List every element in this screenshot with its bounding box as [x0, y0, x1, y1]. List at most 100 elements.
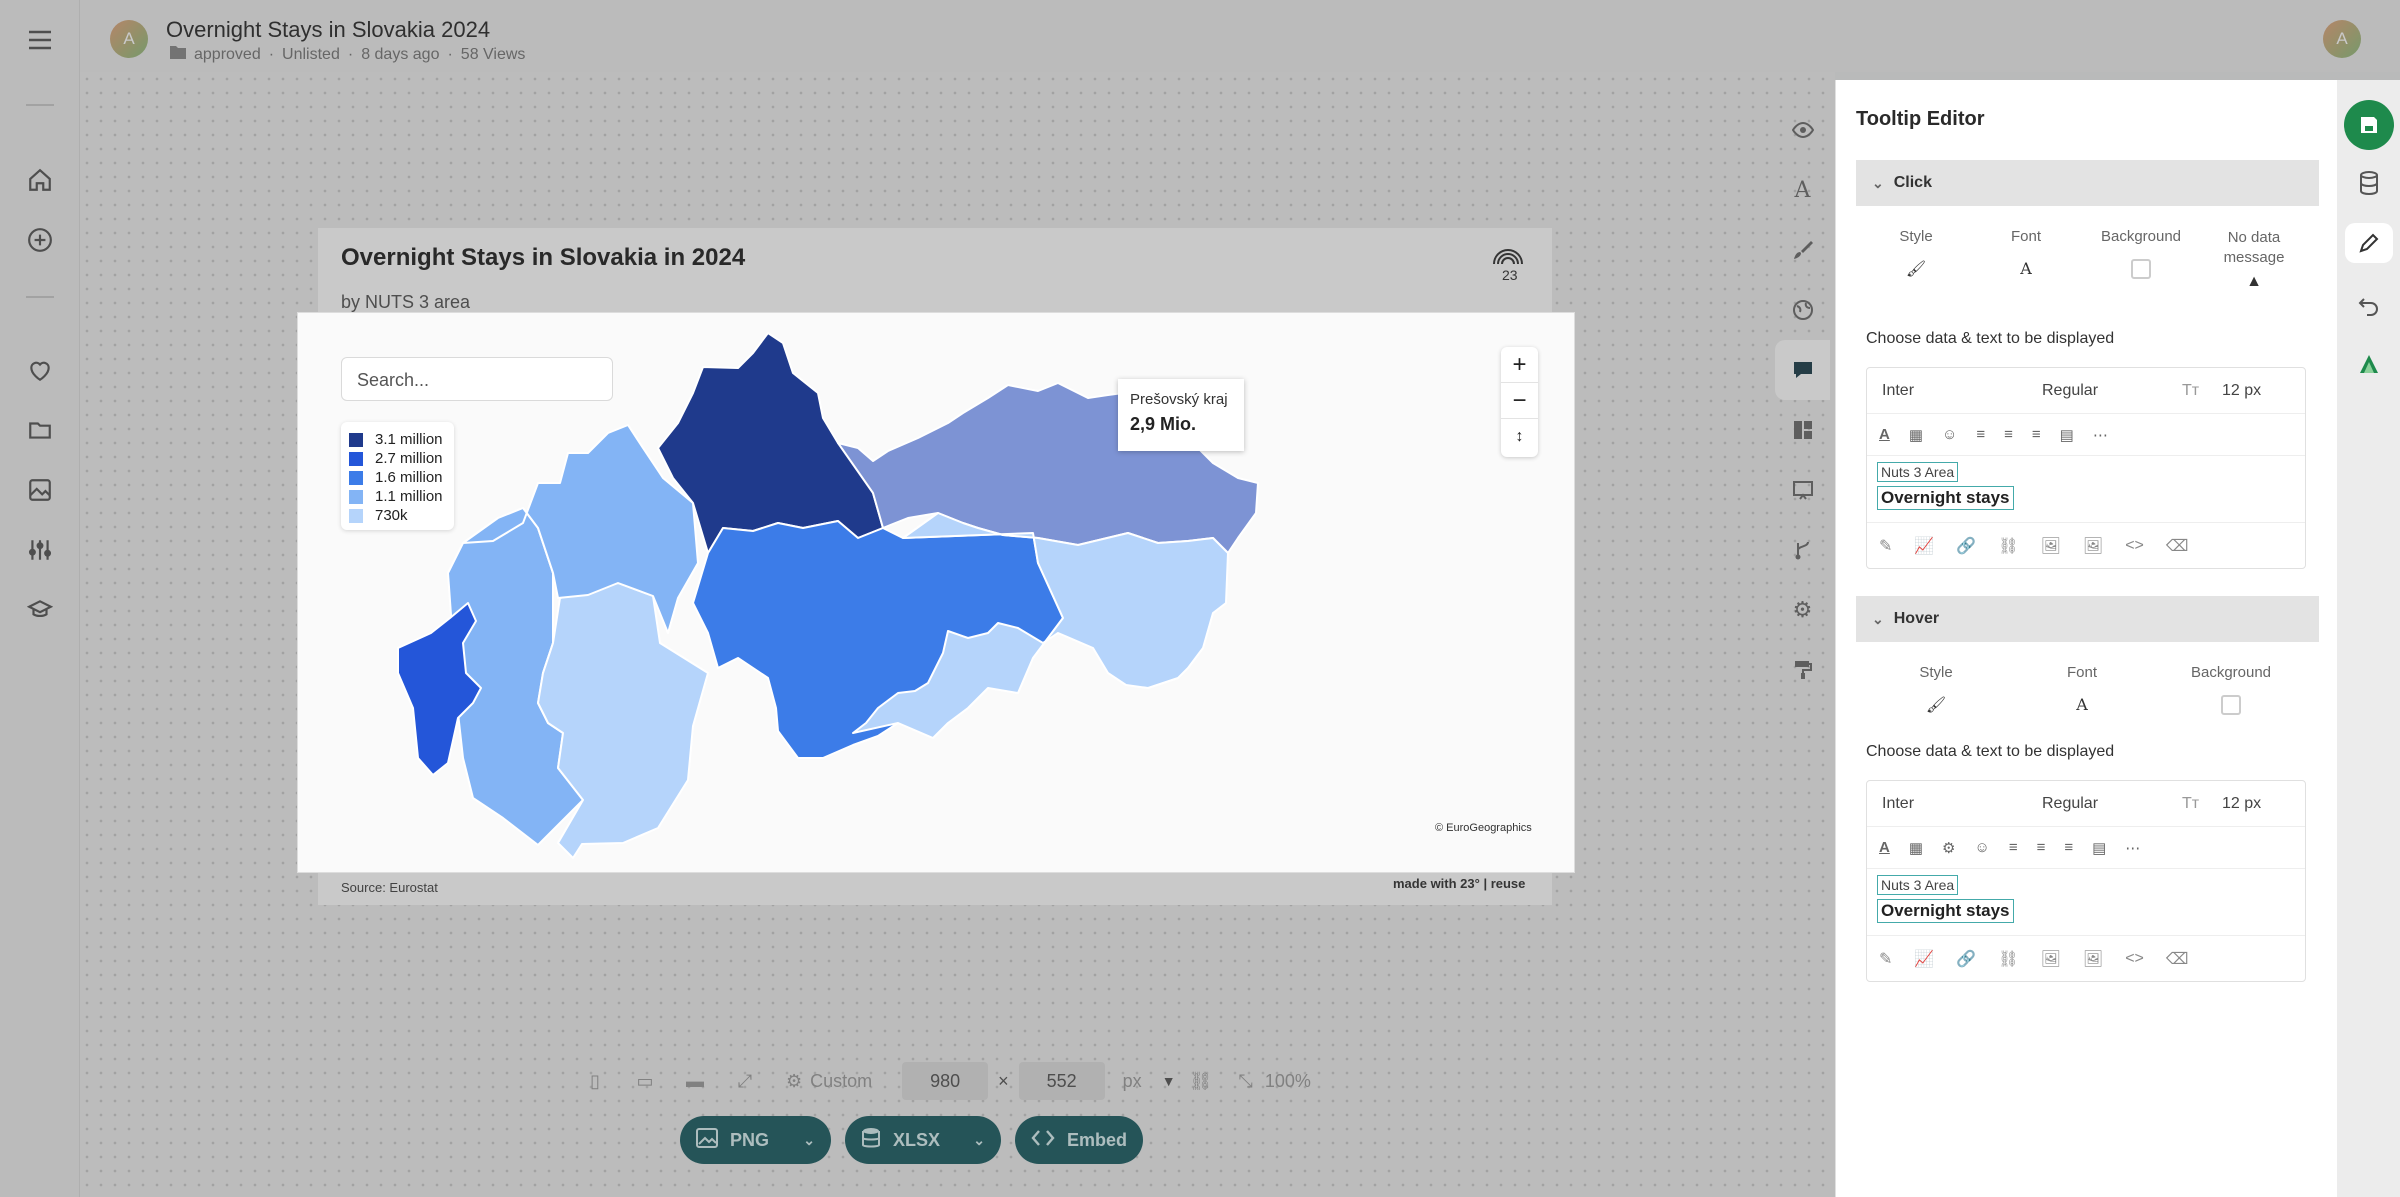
editor-content[interactable]: Nuts 3 Area Overnight stays: [1867, 869, 2305, 935]
chart-insert-icon[interactable]: 📈: [1914, 949, 1934, 969]
align-left-icon[interactable]: ≡: [2009, 839, 2018, 856]
clear-format-icon[interactable]: ⌫: [2166, 536, 2189, 556]
export-xlsx-button[interactable]: XLSX ⌄: [845, 1116, 1001, 1164]
tooltip-icon[interactable]: [1775, 340, 1830, 400]
sliders-icon[interactable]: [22, 532, 58, 568]
settings-icon[interactable]: ⚙: [1942, 839, 1955, 857]
link-icon[interactable]: ⛓: [1190, 1071, 1213, 1092]
folder-name[interactable]: approved: [194, 46, 261, 64]
unit-select[interactable]: px: [1123, 1071, 1142, 1092]
image-edit-icon[interactable]: 🖼: [2083, 949, 2103, 969]
more-icon[interactable]: ⋯: [2093, 426, 2108, 444]
unlink-icon[interactable]: ⛓: [1998, 536, 2018, 556]
code-icon[interactable]: <>: [2125, 537, 2144, 555]
pencil-icon[interactable]: [2345, 223, 2393, 263]
field-chip[interactable]: Overnight stays: [1877, 486, 2014, 510]
chart-title[interactable]: Overnight Stays in Slovakia in 2024: [341, 244, 745, 272]
image-icon[interactable]: 🖼: [2041, 536, 2061, 556]
click-style-option[interactable]: Style 🖌: [1876, 228, 1956, 279]
width-input[interactable]: 980: [902, 1062, 989, 1100]
field-chip[interactable]: Nuts 3 Area: [1877, 462, 1959, 482]
size-input[interactable]: 12 px: [2222, 795, 2261, 813]
author-avatar[interactable]: A: [110, 20, 148, 58]
highlight-icon[interactable]: ▦: [1909, 426, 1923, 444]
chevron-down-icon[interactable]: ⌄: [973, 1132, 985, 1149]
hover-font-option[interactable]: Font A: [2042, 664, 2122, 714]
click-no-data-option[interactable]: No data message ▲: [2214, 228, 2294, 292]
folder-icon[interactable]: [22, 412, 58, 448]
link-icon[interactable]: 🔗: [1956, 949, 1976, 969]
save-icon[interactable]: [2344, 100, 2394, 150]
heart-icon[interactable]: [22, 352, 58, 388]
hover-style-option[interactable]: Style 🖌: [1896, 664, 1976, 715]
click-font-option[interactable]: Font A: [1986, 228, 2066, 278]
text-color-icon[interactable]: A: [1879, 839, 1890, 856]
unlink-icon[interactable]: ⛓: [1998, 949, 2018, 969]
editor-content[interactable]: Nuts 3 Area Overnight stays: [1867, 456, 2305, 522]
align-center-icon[interactable]: ≡: [2037, 839, 2046, 856]
phone-icon[interactable]: ▯: [570, 1071, 620, 1092]
align-left-icon[interactable]: ≡: [1976, 426, 1985, 443]
font-select[interactable]: Inter: [1882, 382, 2042, 400]
table-icon[interactable]: ▤: [2092, 839, 2106, 857]
tree-icon[interactable]: [2349, 345, 2389, 385]
link-icon[interactable]: 🔗: [1956, 536, 1976, 556]
chevron-down-icon[interactable]: ⌄: [803, 1132, 815, 1149]
typography-icon[interactable]: A: [1775, 160, 1830, 220]
undo-icon[interactable]: [2349, 285, 2389, 325]
height-input[interactable]: 552: [1018, 1062, 1105, 1100]
reset-view-button[interactable]: ↕: [1501, 419, 1538, 455]
export-png-button[interactable]: PNG ⌄: [680, 1116, 831, 1164]
highlight-icon[interactable]: ▦: [1909, 839, 1923, 857]
present-icon[interactable]: [1775, 460, 1830, 520]
more-icon[interactable]: ⋯: [2125, 839, 2140, 857]
layout-icon[interactable]: [1775, 400, 1830, 460]
globe-icon[interactable]: [1775, 280, 1830, 340]
eye-icon[interactable]: [1775, 100, 1830, 160]
fullscreen-icon[interactable]: ⤢: [720, 1071, 770, 1092]
size-preset[interactable]: Custom: [810, 1071, 872, 1092]
text-color-icon[interactable]: A: [1879, 426, 1890, 443]
insert-field-icon[interactable]: ✎: [1879, 949, 1892, 969]
background-checkbox[interactable]: [2221, 695, 2241, 715]
emoji-icon[interactable]: ☺: [1974, 839, 1989, 856]
image-icon[interactable]: 🖼: [2041, 949, 2061, 969]
weight-select[interactable]: Regular: [2042, 795, 2182, 813]
zoom-in-button[interactable]: +: [1501, 347, 1538, 383]
chevron-down-icon[interactable]: ▼: [1162, 1073, 1176, 1089]
brush-icon[interactable]: [1775, 220, 1830, 280]
align-center-icon[interactable]: ≡: [2004, 426, 2013, 443]
clear-format-icon[interactable]: ⌫: [2166, 949, 2189, 969]
chart-source[interactable]: Source: Eurostat: [341, 880, 438, 895]
field-chip[interactable]: Nuts 3 Area: [1877, 875, 1959, 895]
table-icon[interactable]: ▤: [2060, 426, 2074, 444]
font-select[interactable]: Inter: [1882, 795, 2042, 813]
branch-icon[interactable]: [1775, 520, 1830, 580]
home-icon[interactable]: [22, 162, 58, 198]
hover-background-option[interactable]: Background: [2181, 664, 2281, 715]
weight-select[interactable]: Regular: [2042, 382, 2182, 400]
section-click[interactable]: ⌄ Click: [1856, 160, 2319, 206]
code-icon[interactable]: <>: [2125, 950, 2144, 968]
user-avatar[interactable]: A: [2323, 20, 2361, 58]
size-input[interactable]: 12 px: [2222, 382, 2261, 400]
paint-roller-icon[interactable]: [1775, 640, 1830, 700]
field-chip[interactable]: Overnight stays: [1877, 899, 2014, 923]
add-icon[interactable]: [22, 222, 58, 258]
image-edit-icon[interactable]: 🖼: [2083, 536, 2103, 556]
map-search-input[interactable]: Search...: [341, 357, 613, 401]
click-background-option[interactable]: Background: [2091, 228, 2191, 279]
menu-icon[interactable]: [22, 22, 58, 58]
emoji-icon[interactable]: ☺: [1942, 426, 1957, 443]
background-checkbox[interactable]: [2131, 259, 2151, 279]
database-icon[interactable]: [2349, 163, 2389, 203]
section-hover[interactable]: ⌄ Hover: [1856, 596, 2319, 642]
embed-button[interactable]: Embed: [1015, 1116, 1143, 1164]
insert-field-icon[interactable]: ✎: [1879, 536, 1892, 556]
laptop-icon[interactable]: ▬: [670, 1071, 720, 1092]
gear-icon[interactable]: ⚙: [1775, 580, 1830, 640]
graduation-cap-icon[interactable]: [22, 592, 58, 628]
image-icon[interactable]: [22, 472, 58, 508]
align-right-icon[interactable]: ≡: [2032, 426, 2041, 443]
resize-icon[interactable]: ⤡: [1238, 1071, 1252, 1092]
